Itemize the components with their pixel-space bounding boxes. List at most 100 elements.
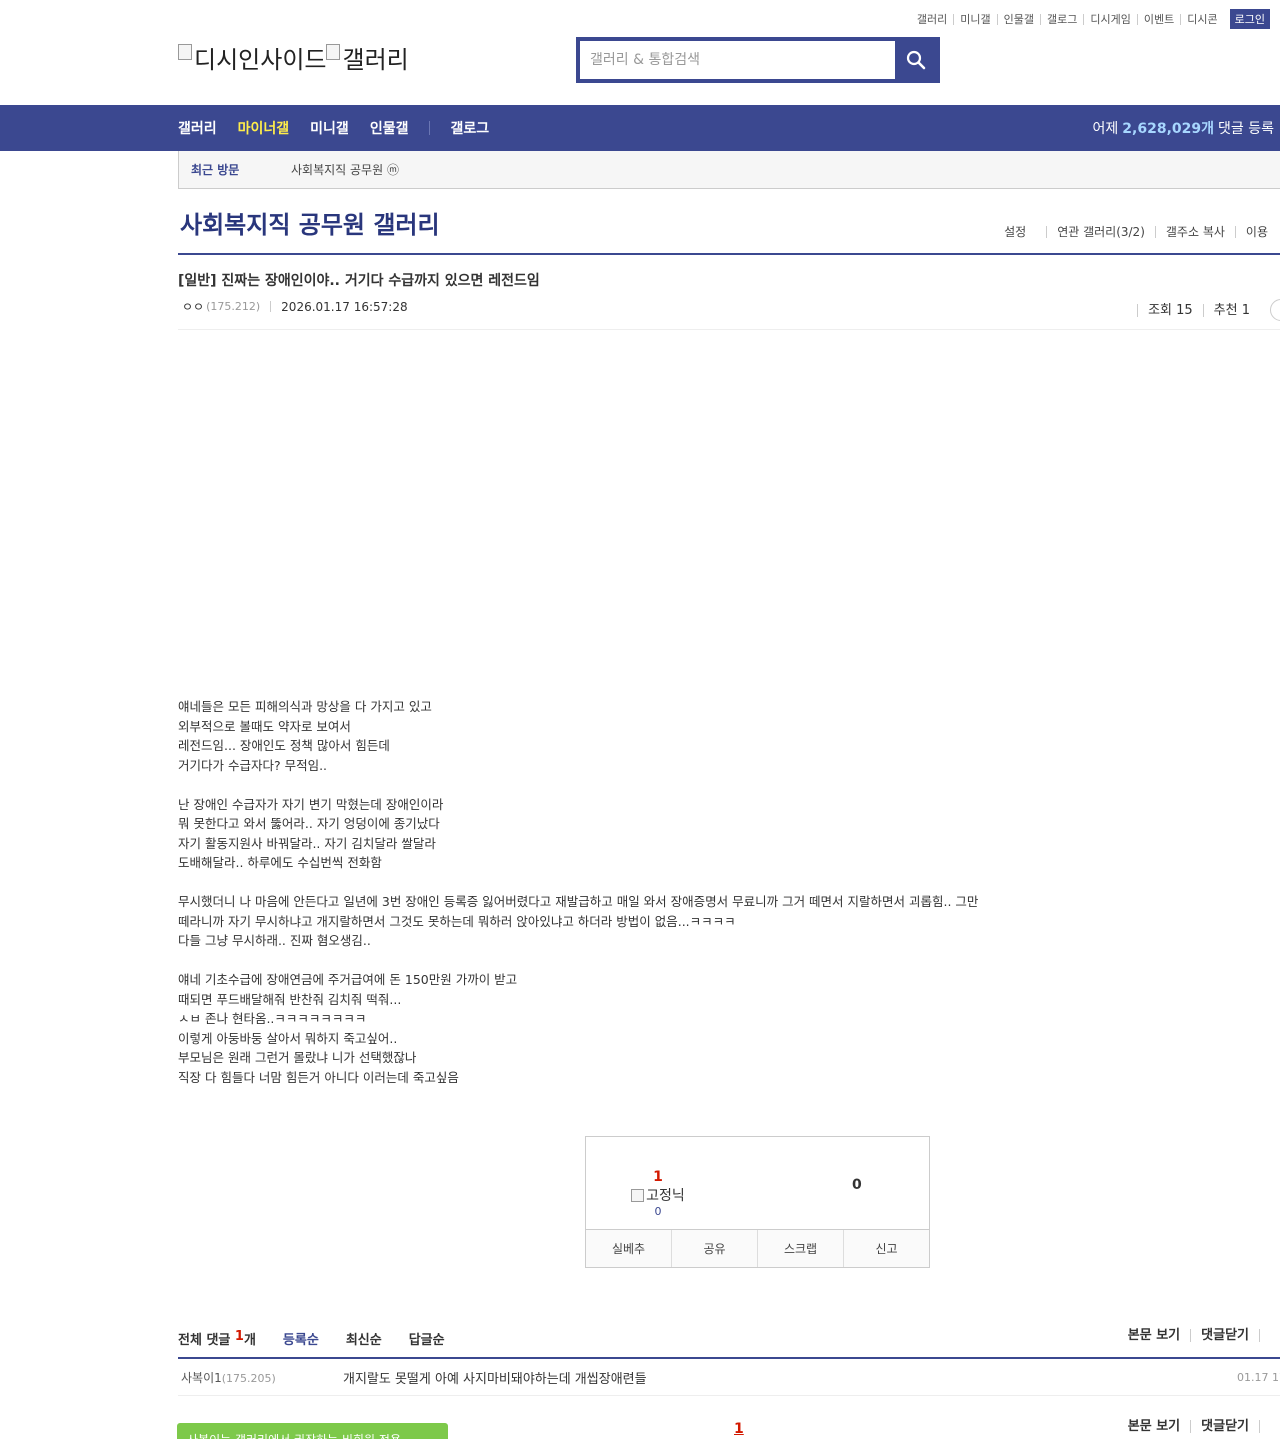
nav-minor-gallery[interactable]: 마이너갤: [238, 118, 290, 138]
upvote-count: 1: [653, 1169, 663, 1185]
post-body: 얘네들은 모든 피해의식과 망상을 다 가지고 있고 외부적으로 볼때도 약자로…: [178, 697, 1268, 1087]
sort-tab-latest[interactable]: 최신순: [346, 1329, 382, 1348]
comment-stat-suffix: 댓글 등록: [1218, 121, 1274, 137]
post-body-line: 자기 활동지원사 바꿔달라.. 자기 김치달라 쌀달라: [178, 835, 436, 851]
post-body-line: 레전드임... 장애인도 정책 많아서 힘든데: [178, 738, 390, 753]
search-button[interactable]: [895, 41, 936, 79]
post-body-line: 외부적으로 볼때도 약자로 보여서: [178, 718, 351, 734]
post-body-line: ㅅㅂ 존나 현타옴..ㅋㅋㅋㅋㅋㅋㅋㅋ: [178, 1011, 367, 1026]
post-body-line: 뭐 못한다고 와서 뚫어라.. 자기 엉덩이에 종기났다: [178, 816, 440, 831]
close-comments-button[interactable]: 댓글닫기: [1190, 1420, 1259, 1433]
post-body-line: 다들 그냥 무시하래.. 진짜 혐오생김..: [178, 933, 371, 948]
comment-options-bottom: 본문 보기 댓글닫기: [1118, 1420, 1280, 1433]
nav-mini-gallery[interactable]: 미니갤: [310, 118, 349, 138]
downvote-count[interactable]: 0: [852, 1177, 862, 1193]
post-body-line: 얘네들은 모든 피해의식과 망상을 다 가지고 있고: [178, 699, 432, 714]
comment-text: 개지랄도 못떨게 아예 사지마비돼야하는데 개씹장애련들: [343, 1371, 647, 1387]
util-link-person-gall[interactable]: 인물갤: [996, 13, 1040, 25]
util-link-event[interactable]: 이벤트: [1136, 13, 1180, 25]
util-link-minigall[interactable]: 미니갤: [953, 13, 996, 25]
post-body-line: [178, 873, 1268, 893]
main-nav: 갤러리 마이너갤 미니갤 인물갤 갤로그 어제 2,628,029개 댓글 등록: [0, 105, 1280, 151]
options-divider: [1259, 1329, 1280, 1342]
post-body-line: 얘네 기초수급에 장애연금에 주거급여에 돈 150만원 가까이 받고: [178, 972, 518, 987]
gallery-title[interactable]: 사회복지직 공무원 갤러리: [180, 205, 440, 240]
post-action-buttons: 실베추 공유 스크랩 신고: [586, 1229, 929, 1267]
comment-row: 사복이1(175.205) 개지랄도 못떨게 아예 사지마비돼야하는데 개씹장애…: [178, 1359, 1280, 1396]
fixed-nick-label: 고정닉: [646, 1188, 685, 1204]
util-link-dcgame[interactable]: 디시게임: [1083, 13, 1136, 25]
search-box: [576, 37, 940, 83]
recent-visit-item[interactable]: 사회복지직 공무원 ⓜ: [291, 161, 399, 178]
comment-stat-value: 2,628,029개: [1122, 121, 1215, 137]
options-divider: [1259, 1420, 1280, 1433]
comment-options: 본문 보기 댓글닫기: [1118, 1329, 1280, 1342]
site-logo[interactable]: 디시인사이드 갤러리: [178, 40, 409, 75]
post-header-divider: [178, 329, 1280, 330]
scrap-button[interactable]: 스크랩: [757, 1230, 843, 1267]
gallery-title-divider: [178, 253, 1280, 255]
sort-tab-registered[interactable]: 등록순: [283, 1329, 319, 1348]
comment-author-nick: 사복이1: [181, 1370, 222, 1385]
meta-divider: [270, 301, 272, 312]
logo-text-dcinside: 디시인사이드: [194, 46, 327, 74]
post-date: 2026.01.17 16:57:28: [281, 299, 408, 314]
nav-gallery[interactable]: 갤러리: [178, 118, 217, 138]
view-post-button[interactable]: 본문 보기: [1118, 1420, 1190, 1433]
search-input[interactable]: [580, 41, 895, 79]
share-button[interactable]: 공유: [671, 1230, 757, 1267]
close-comments-button[interactable]: 댓글닫기: [1190, 1329, 1259, 1342]
fixed-nick-count: 0: [654, 1205, 662, 1218]
comment-page-1[interactable]: 1: [734, 1421, 744, 1437]
login-button[interactable]: 로그인: [1229, 9, 1270, 29]
post-views: 조회 15: [1137, 303, 1203, 317]
comment-total-label: 전체 댓글: [178, 1333, 231, 1348]
comment-total-count: 1: [234, 1329, 244, 1344]
post-author-ip: (175.212): [206, 300, 261, 313]
util-link-gallog[interactable]: 갤로그: [1040, 13, 1083, 25]
post-body-line: 무시했더니 나 마음에 안든다고 일년에 3번 장애인 등록증 잃어버렸다고 재…: [178, 894, 979, 909]
report-button[interactable]: 신고: [843, 1230, 929, 1267]
post-body-line: 도배해달라.. 하루에도 수십번씩 전화함: [178, 855, 382, 870]
comment-stat: 어제 2,628,029개 댓글 등록: [1093, 105, 1274, 151]
recent-visits-label: 최근 방문: [191, 163, 240, 177]
broken-image-icon: [631, 1188, 645, 1202]
search-icon: [906, 50, 925, 70]
comment-author[interactable]: 사복이1(175.205): [178, 1369, 343, 1386]
gallery-settings-link[interactable]: 설정: [994, 226, 1046, 238]
nav-person-gallery[interactable]: 인물갤: [370, 118, 409, 138]
more-options-icon[interactable]: [1270, 299, 1280, 321]
post-body-line: 부모님은 원래 그런거 몰랐냐 니가 선택했잖나: [178, 1050, 417, 1065]
gallery-menu: 설정 연관 갤러리(3/2) 갤주소 복사 이용: [994, 226, 1278, 238]
post-body-line: 때되면 푸드배달해줘 반찬줘 김치줘 떡줘...: [178, 991, 402, 1007]
best-recommend-button[interactable]: 실베추: [586, 1230, 671, 1267]
post-author[interactable]: ㅇㅇ: [182, 298, 204, 315]
nav-divider: [429, 121, 431, 135]
upvote-area[interactable]: 1 고정닉 0: [626, 1169, 690, 1218]
post-body-line: 거기다가 수급자다? 무적임..: [178, 757, 328, 773]
post-title: [일반] 진짜는 장애인이야.. 거기다 수급까지 있으면 레전드임: [178, 273, 540, 289]
post-body-line: 직장 다 힘들다 너맘 힘든거 아니다 이러는데 죽고싶음: [178, 1069, 459, 1085]
view-post-button[interactable]: 본문 보기: [1118, 1329, 1190, 1342]
usage-link[interactable]: 이용: [1234, 226, 1278, 238]
sort-tab-replies[interactable]: 답글순: [409, 1329, 445, 1348]
recent-visits-bar: 최근 방문 사회복지직 공무원 ⓜ: [178, 151, 1280, 189]
post-body-line: 이렇게 아둥바둥 살아서 뭐하지 죽고싶어..: [178, 1030, 398, 1046]
related-gallery-link[interactable]: 연관 갤러리(3/2): [1046, 226, 1155, 238]
gallery-notice-banner[interactable]: 사복이는 갤러리에서 권장하는 비회원 전용: [177, 1423, 448, 1439]
broken-image-icon: [178, 43, 192, 60]
util-link-gallery[interactable]: 갤러리: [911, 14, 953, 25]
post-body-line: [178, 775, 1268, 795]
comment-header: 전체 댓글 1개 등록순 최신순 답글순: [178, 1329, 445, 1348]
broken-image-icon: [326, 43, 341, 60]
nav-gallog[interactable]: 갤로그: [450, 118, 489, 138]
post-recommends: 추천 1: [1202, 303, 1260, 317]
post-stats: 조회 15 추천 1: [1137, 299, 1280, 321]
copy-address-link[interactable]: 갤주소 복사: [1154, 226, 1235, 238]
fixed-nick-upvote: 고정닉: [626, 1185, 690, 1205]
comment-author-ip: (175.205): [221, 1371, 276, 1385]
comment-stat-prefix: 어제: [1092, 121, 1119, 137]
util-link-dccon[interactable]: 디시콘: [1180, 13, 1223, 25]
logo-text-gallery: 갤러리: [342, 46, 409, 74]
post-body-line: 난 장애인 수급자가 자기 변기 막혔는데 장애인이라: [178, 796, 444, 812]
